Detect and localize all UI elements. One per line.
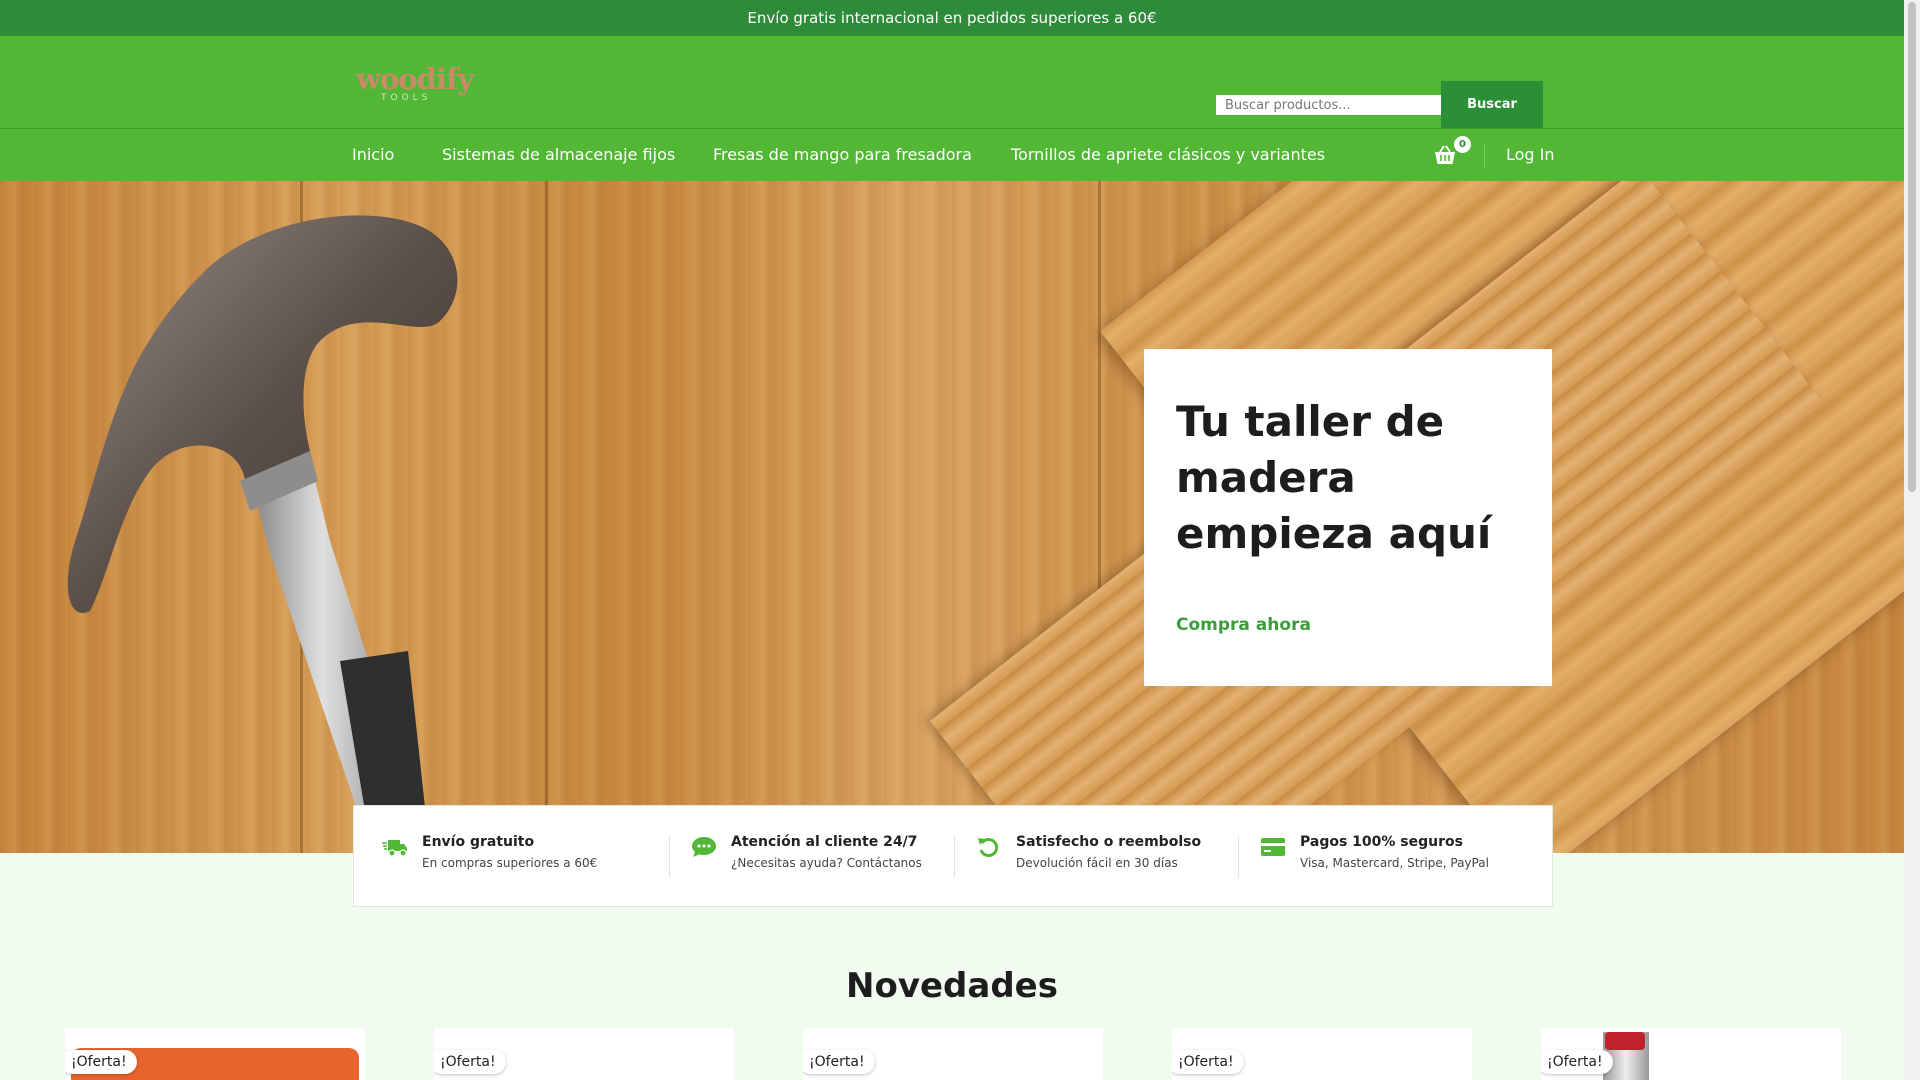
hero-title: Tu taller de madera empieza aquí xyxy=(1176,397,1492,558)
feature-title: Pagos 100% seguros xyxy=(1300,834,1463,850)
search-input[interactable] xyxy=(1216,95,1442,115)
basket-icon xyxy=(1435,145,1455,164)
feature-subtitle: Devolución fácil en 30 días xyxy=(1016,856,1178,870)
page-scrollbar[interactable] xyxy=(1904,0,1920,1080)
sale-badge: ¡Oferta! xyxy=(803,1050,875,1074)
announcement-text: Envío gratis internacional en pedidos su… xyxy=(747,9,1157,27)
nav-divider xyxy=(1484,144,1485,168)
product-card[interactable]: ¡Oferta! xyxy=(65,1028,365,1080)
main-nav: Inicio Sistemas de almacenaje fijos Fres… xyxy=(0,129,1904,181)
feature-divider xyxy=(669,836,670,878)
scrollbar-thumb[interactable] xyxy=(1908,2,1916,492)
feature-divider xyxy=(954,836,955,878)
feature-subtitle: ¿Necesitas ayuda? Contáctanos xyxy=(731,856,922,870)
nav-item-inicio[interactable]: Inicio xyxy=(352,145,394,164)
sale-badge: ¡Oferta! xyxy=(1172,1050,1244,1074)
feature-subtitle: En compras superiores a 60€ xyxy=(422,856,598,870)
chat-icon xyxy=(692,837,716,857)
cart-count-badge: 0 xyxy=(1454,136,1471,153)
shop-now-link[interactable]: Compra ahora xyxy=(1176,615,1311,635)
product-card[interactable]: ¡Oferta! xyxy=(434,1028,734,1080)
logo[interactable]: woodify TOOLS xyxy=(356,62,476,106)
hammer-image xyxy=(67,215,458,853)
product-card[interactable]: ¡Oferta! xyxy=(1541,1028,1841,1080)
hero-card: Tu taller de madera empieza aquí Compra … xyxy=(1144,349,1552,686)
sale-badge: ¡Oferta! xyxy=(434,1050,506,1074)
login-link[interactable]: Log In xyxy=(1506,145,1555,164)
section-title: Novedades xyxy=(846,966,1058,1006)
feature-subtitle: Visa, Mastercard, Stripe, PayPal xyxy=(1300,856,1489,870)
announcement-bar: Envío gratis internacional en pedidos su… xyxy=(0,0,1904,36)
logo-name: woodify xyxy=(356,62,474,96)
credit-card-icon xyxy=(1261,838,1285,856)
product-card[interactable]: ¡Oferta! xyxy=(803,1028,1103,1080)
sale-badge: ¡Oferta! xyxy=(1541,1050,1613,1074)
site-header: woodify TOOLS Buscar xyxy=(0,36,1904,129)
feature-divider xyxy=(1238,836,1239,878)
feature-title: Satisfecho o reembolso xyxy=(1016,834,1202,850)
refresh-icon xyxy=(978,838,999,857)
nav-item-fresas[interactable]: Fresas de mango para fresadora xyxy=(713,145,972,164)
cart-button[interactable]: 0 xyxy=(1433,136,1473,170)
truck-icon xyxy=(382,840,407,857)
logo-tagline: TOOLS xyxy=(381,93,432,103)
features-bar: Envío gratuito En compras superiores a 6… xyxy=(353,805,1553,907)
product-image xyxy=(1605,1032,1645,1050)
hero-banner: Tu taller de madera empieza aquí Compra … xyxy=(0,181,1904,853)
search-button[interactable]: Buscar xyxy=(1441,81,1543,128)
feature-title: Atención al cliente 24/7 xyxy=(731,834,918,850)
feature-title: Envío gratuito xyxy=(422,834,535,850)
product-card[interactable]: ¡Oferta! xyxy=(1172,1028,1472,1080)
nav-item-almacenaje[interactable]: Sistemas de almacenaje fijos xyxy=(442,145,675,164)
nav-item-tornillos[interactable]: Tornillos de apriete clásicos y variante… xyxy=(1011,145,1325,164)
sale-badge: ¡Oferta! xyxy=(65,1050,137,1074)
